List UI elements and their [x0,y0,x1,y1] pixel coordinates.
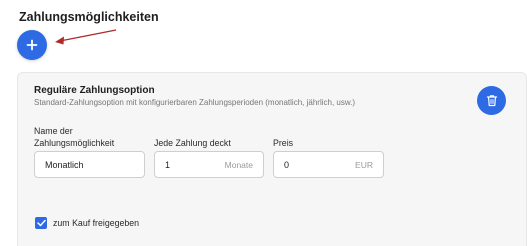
covers-field-label: Jede Zahlung deckt [154,138,231,148]
name-input[interactable]: Monatlich [34,151,145,178]
covers-unit: Monate [224,159,253,170]
payment-options-page: Zahlungsmöglichkeiten Reguläre Zahlungso… [0,0,527,246]
plus-icon [26,39,38,51]
payment-option-card: Reguläre Zahlungsoption Standard-Zahlung… [17,72,527,246]
trash-icon [486,95,497,107]
section-title: Zahlungsmöglichkeiten [19,10,159,24]
covers-input[interactable]: 1 Monate [154,151,264,178]
name-input-value: Monatlich [45,159,84,170]
price-field-label: Preis [273,138,294,148]
price-input[interactable]: 0 EUR [273,151,384,178]
purchasable-checkbox[interactable] [35,217,47,229]
option-description: Standard-Zahlungsoption mit konfigurierb… [34,98,356,107]
price-input-value: 0 [284,159,290,170]
checkmark-icon [36,219,46,227]
name-field-label: Name der Zahlungsmöglichkeit [34,126,115,148]
purchasable-label: zum Kauf freigegeben [53,218,140,228]
option-title: Reguläre Zahlungsoption [34,85,155,96]
add-payment-option-button[interactable] [17,30,47,60]
covers-input-value: 1 [165,159,171,170]
delete-option-button[interactable] [477,86,506,115]
price-unit: EUR [355,159,373,170]
annotation-arrow-icon [55,29,117,45]
